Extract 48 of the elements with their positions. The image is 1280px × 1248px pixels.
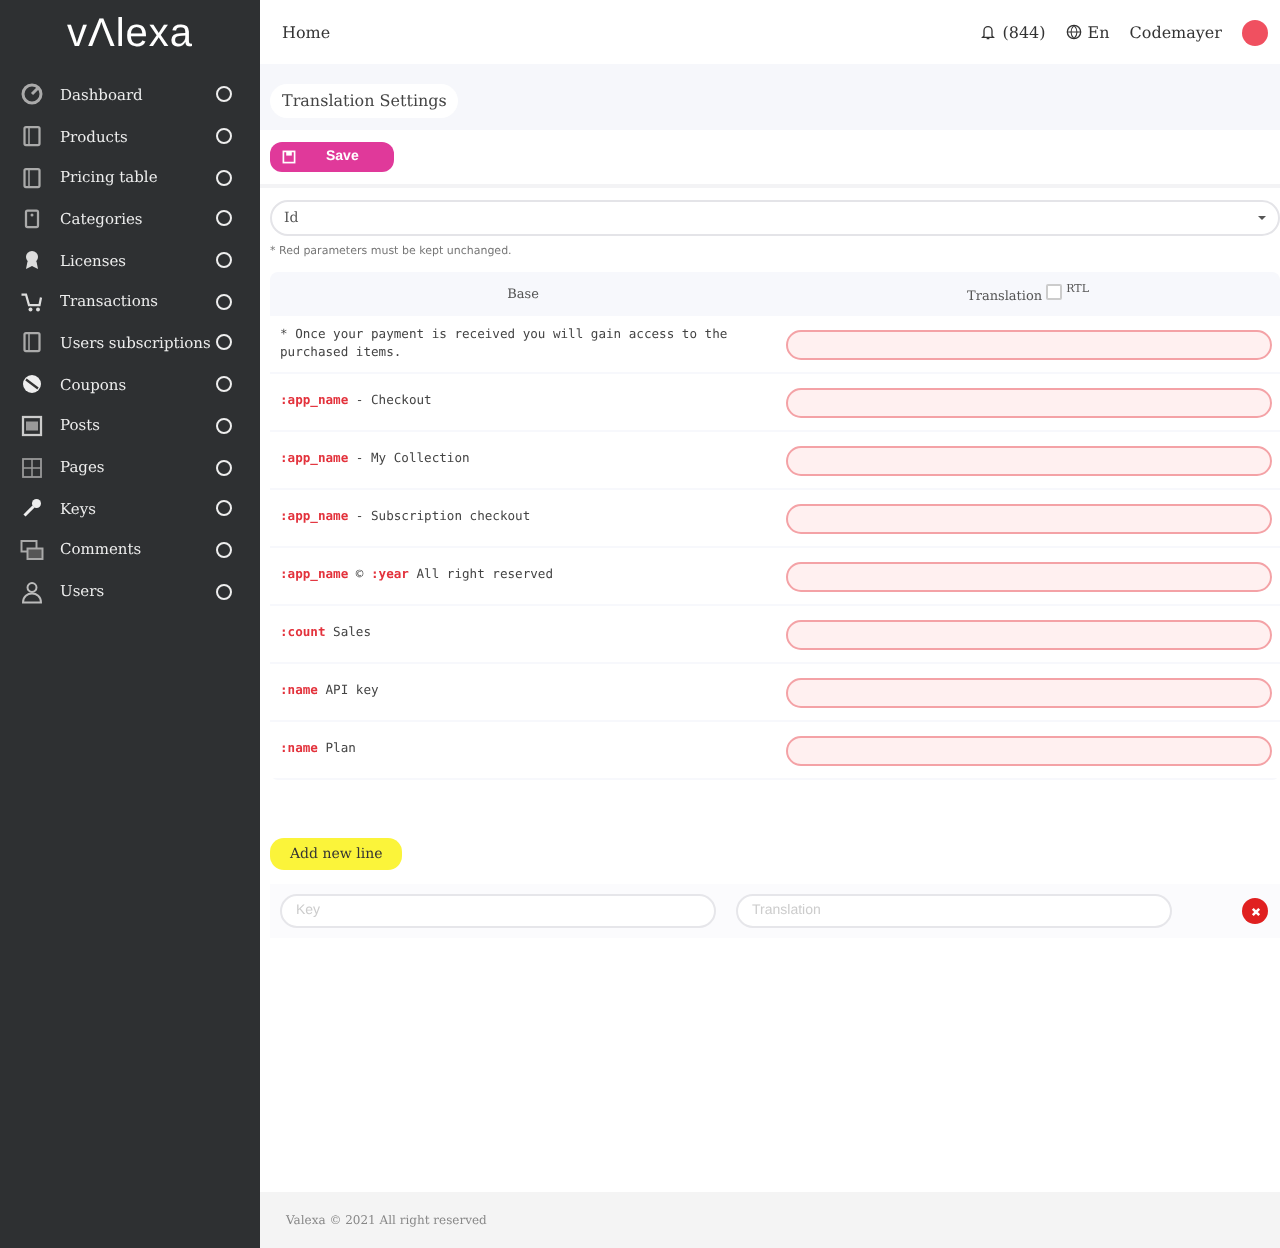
circle-icon xyxy=(216,334,232,351)
circle-icon xyxy=(216,293,232,310)
caret-icon xyxy=(1258,216,1266,224)
translation-field[interactable] xyxy=(786,619,1272,649)
breadcrumb-link[interactable]: Home xyxy=(282,23,331,41)
disc-icon xyxy=(20,372,44,397)
rtl-checkbox[interactable] xyxy=(1046,284,1063,300)
circle-icon xyxy=(216,252,232,269)
award-icon xyxy=(20,248,44,273)
bell-icon xyxy=(980,24,997,40)
circle-icon xyxy=(216,86,232,103)
box-icon xyxy=(20,330,44,355)
grid-icon xyxy=(20,455,44,480)
translation-field[interactable] xyxy=(786,561,1272,591)
circle-icon xyxy=(216,583,232,600)
cart-icon xyxy=(20,289,44,314)
circle-icon xyxy=(216,210,232,227)
translation-field[interactable] xyxy=(786,735,1272,765)
circle-icon xyxy=(216,376,232,393)
circle-icon xyxy=(216,169,232,186)
username[interactable]: Codemayer xyxy=(1129,23,1222,41)
translation-field[interactable] xyxy=(786,503,1272,533)
translation-field[interactable] xyxy=(786,329,1272,359)
key-icon xyxy=(20,496,44,521)
circle-icon xyxy=(216,459,232,476)
translation-field[interactable] xyxy=(786,445,1272,475)
circle-icon xyxy=(216,128,232,145)
gauge-icon xyxy=(20,82,44,107)
delete-button[interactable] xyxy=(1242,898,1268,924)
document-icon xyxy=(20,413,44,438)
box-icon xyxy=(20,165,44,190)
box-icon xyxy=(20,124,44,149)
logo: vΛlexa xyxy=(64,12,196,58)
circle-icon xyxy=(216,417,232,434)
user-icon xyxy=(20,579,44,604)
tag-icon xyxy=(20,206,44,231)
floppy-icon xyxy=(282,150,296,164)
avatar[interactable] xyxy=(1242,19,1268,45)
translation-field[interactable] xyxy=(786,677,1272,707)
circle-icon xyxy=(216,541,232,558)
globe-icon xyxy=(1065,24,1082,40)
close-icon xyxy=(1247,903,1263,919)
circle-icon xyxy=(216,500,232,517)
chat-icon xyxy=(20,537,44,562)
translation-field[interactable] xyxy=(786,387,1272,417)
page-title: Translation Settings xyxy=(270,84,459,118)
language-button[interactable]: En xyxy=(1065,23,1110,41)
notifications-button[interactable]: (844) xyxy=(980,23,1046,41)
